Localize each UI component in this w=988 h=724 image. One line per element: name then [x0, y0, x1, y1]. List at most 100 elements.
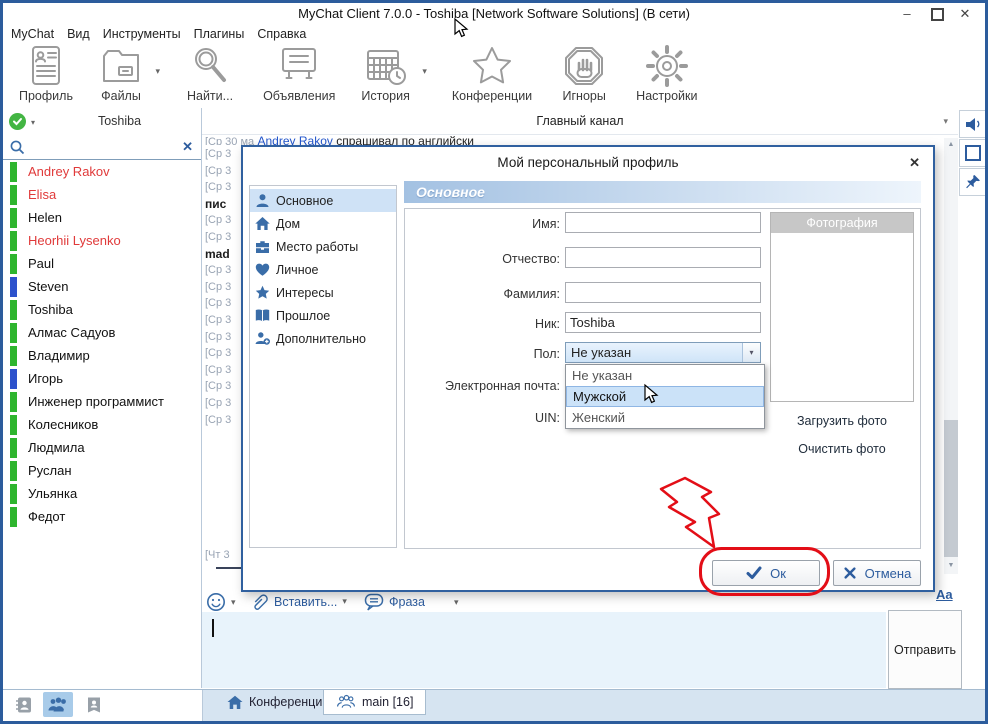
dialog-close-icon[interactable]: ✕ [909, 156, 920, 170]
search-button[interactable]: Найти... [187, 44, 233, 103]
contact-row[interactable]: Elisa [3, 183, 201, 206]
gender-option-female[interactable]: Женский [566, 407, 764, 428]
current-user-label: Toshiba [38, 114, 201, 128]
contact-row[interactable]: Heorhii Lysenko [3, 229, 201, 252]
contact-row[interactable]: Paul [3, 252, 201, 275]
phrase-bubble-icon [364, 592, 384, 612]
first-name-field[interactable] [565, 212, 761, 233]
middle-name-label: Отчество: [410, 252, 560, 266]
star-icon [255, 285, 270, 300]
contact-row[interactable]: Инженер программист [3, 390, 201, 413]
sound-button[interactable] [959, 110, 986, 138]
status-bar [10, 484, 17, 504]
search-icon [10, 140, 25, 155]
menu-item-help[interactable]: Справка [257, 27, 306, 41]
maximize-button[interactable] [925, 5, 949, 23]
font-settings-link[interactable]: Aa [936, 587, 953, 602]
message-author-link[interactable]: Andrey Rakov [258, 134, 333, 145]
nav-item-personal[interactable]: Личное [250, 258, 396, 281]
nav-item-work[interactable]: Место работы [250, 235, 396, 258]
window-titlebar: MyChat Client 7.0.0 - Toshiba [Network S… [3, 3, 985, 25]
status-bar [10, 461, 17, 481]
ok-button[interactable]: Ок [712, 560, 820, 586]
contact-row[interactable]: Владимир [3, 344, 201, 367]
chat-message-clipped: [Ср 30 ма Andrey Rakov спрашивал по англ… [205, 134, 935, 145]
contact-row[interactable]: Алмас Садуов [3, 321, 201, 344]
nav-item-interests[interactable]: Интересы [250, 281, 396, 304]
contact-row[interactable]: Руслан [3, 459, 201, 482]
contacts-view-button[interactable] [43, 692, 73, 717]
channel-header[interactable]: Главный канал ▾ [202, 108, 958, 135]
contact-row[interactable]: Игорь [3, 367, 201, 390]
contact-row[interactable]: Toshiba [3, 298, 201, 321]
pin-button[interactable] [959, 168, 986, 196]
announcements-button[interactable]: Объявления [263, 44, 335, 103]
menu-item-mychat[interactable]: MyChat [11, 27, 54, 41]
contact-row[interactable]: Andrey Rakov [3, 160, 201, 183]
nav-item-past[interactable]: Прошлое [250, 304, 396, 327]
phrase-caret-icon[interactable]: ▾ [454, 597, 459, 608]
files-button[interactable]: Файлы ▾ [99, 44, 143, 103]
cancel-button[interactable]: Отмена [833, 560, 921, 586]
tab-main-channel[interactable]: main [16] [323, 690, 426, 715]
address-book-button[interactable] [9, 692, 39, 717]
settings-button[interactable]: Настройки [636, 44, 697, 103]
window-mode-button[interactable] [959, 139, 986, 167]
x-icon [843, 566, 857, 580]
last-name-field[interactable] [565, 282, 761, 303]
main-toolbar: Профиль Файлы ▾ Найти... Объявления [3, 44, 958, 108]
channel-caret-icon[interactable]: ▾ [943, 108, 948, 134]
message-input[interactable] [202, 612, 886, 688]
uin-label: UIN: [410, 411, 560, 425]
insert-button[interactable]: Вставить... ▾ [250, 592, 347, 611]
nav-item-home[interactable]: Дом [250, 212, 396, 235]
profile-section-nav: Основное Дом Место работы Личное [249, 185, 397, 548]
nav-item-general[interactable]: Основное [250, 189, 396, 212]
phrase-button[interactable]: Фраза ▾ [364, 592, 458, 612]
send-button[interactable]: Отправить [888, 610, 962, 689]
gender-option-unspecified[interactable]: Не указан [566, 365, 764, 386]
close-button[interactable]: ✕ [953, 5, 977, 23]
chat-scrollbar-thumb[interactable] [944, 420, 958, 557]
maximize-icon [931, 8, 944, 21]
history-dropdown-caret-icon[interactable]: ▾ [422, 66, 427, 77]
emoji-button[interactable]: ▾ [206, 592, 236, 612]
badge-view-button[interactable] [79, 692, 109, 717]
minimize-button[interactable]: – [895, 5, 919, 23]
status-row: ▾ Toshiba [3, 108, 201, 137]
emoji-caret-icon[interactable]: ▾ [231, 597, 236, 608]
status-caret-icon[interactable]: ▾ [31, 118, 35, 127]
contact-row[interactable]: Ульянка [3, 482, 201, 505]
search-magnifier-icon [188, 44, 232, 88]
profile-button[interactable]: Профиль [19, 44, 73, 103]
search-clear-icon[interactable]: ✕ [182, 139, 193, 155]
gender-select[interactable]: Не указан ▾ [565, 342, 761, 363]
middle-name-field[interactable] [565, 247, 761, 268]
online-status-icon[interactable] [9, 113, 26, 130]
insert-caret-icon[interactable]: ▾ [342, 596, 347, 607]
history-button[interactable]: История ▾ [361, 44, 409, 103]
contact-row[interactable]: Helen [3, 206, 201, 229]
scrollbar-up-icon[interactable]: ▲ [944, 138, 958, 152]
load-photo-button[interactable]: Загрузить фото [770, 414, 914, 428]
heart-icon [255, 262, 270, 277]
files-dropdown-caret-icon[interactable]: ▾ [155, 66, 160, 77]
clear-photo-button[interactable]: Очистить фото [770, 442, 914, 456]
nick-field[interactable] [565, 312, 761, 333]
menu-item-plugins[interactable]: Плагины [194, 27, 245, 41]
scrollbar-down-icon[interactable]: ▼ [944, 558, 958, 574]
contact-row[interactable]: Колесников [3, 413, 201, 436]
conferences-button[interactable]: Конференции [452, 44, 532, 103]
menu-item-view[interactable]: Вид [67, 27, 90, 41]
contact-row[interactable]: Федот [3, 505, 201, 528]
gender-option-male[interactable]: Мужской [566, 386, 764, 407]
ignores-button[interactable]: Игноры [562, 44, 606, 103]
menu-item-tools[interactable]: Инструменты [103, 27, 181, 41]
contact-row[interactable]: Людмила [3, 436, 201, 459]
combo-caret-icon[interactable]: ▾ [742, 343, 760, 362]
contact-search-bar[interactable]: ✕ [3, 137, 201, 160]
contact-row[interactable]: Steven [3, 275, 201, 298]
dialog-title: Мой персональный профиль [243, 147, 933, 177]
status-bar [10, 346, 17, 366]
nav-item-additional[interactable]: Дополнительно [250, 327, 396, 350]
